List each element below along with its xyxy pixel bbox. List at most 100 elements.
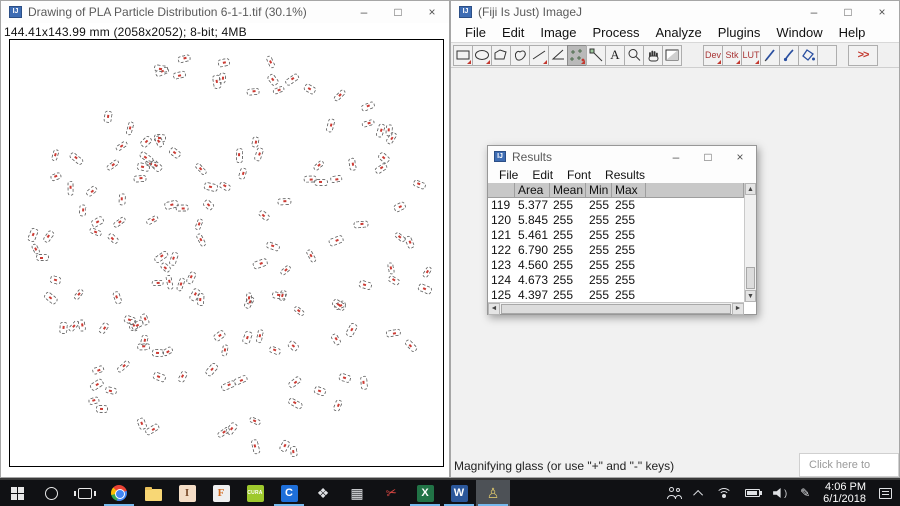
taskbar-word[interactable]: W xyxy=(442,480,476,506)
particle-outline xyxy=(326,118,336,133)
taskbar-cura[interactable]: CURA xyxy=(238,480,272,506)
rectangle-tool[interactable] xyxy=(453,45,473,66)
taskbar-cura-new[interactable]: C xyxy=(272,480,306,506)
taskbar-solidworks[interactable]: ❖ xyxy=(306,480,340,506)
results-menu-results[interactable]: Results xyxy=(598,168,652,182)
particle-outline xyxy=(393,201,407,213)
more-tools-button[interactable]: >> xyxy=(848,45,878,66)
dev-scripts-button[interactable]: Dev xyxy=(703,45,723,66)
particle-outline xyxy=(177,53,191,63)
minimize-button[interactable]: – xyxy=(347,1,381,23)
empty-tool-slot[interactable] xyxy=(817,45,837,66)
scroll-down-icon[interactable]: ▼ xyxy=(745,290,756,302)
stack-tools-button[interactable]: Stk xyxy=(722,45,742,66)
cell: 255 xyxy=(550,198,586,213)
pencil-tool[interactable] xyxy=(760,45,780,66)
fiji-active-icon: ♙ xyxy=(487,485,500,501)
menu-plugins[interactable]: Plugins xyxy=(710,25,769,40)
particle-outline xyxy=(218,58,231,68)
menu-analyze[interactable]: Analyze xyxy=(647,25,709,40)
pen-icon[interactable]: ✎ xyxy=(800,486,810,500)
action-center-icon[interactable] xyxy=(879,488,892,499)
lut-button[interactable]: LUT xyxy=(741,45,761,66)
close-button[interactable]: × xyxy=(415,1,449,23)
table-row[interactable]: 1244.673255255255 xyxy=(488,273,744,288)
table-row[interactable]: 1226.790255255255 xyxy=(488,243,744,258)
task-view-button[interactable] xyxy=(68,480,102,506)
search-box[interactable]: Click here to search xyxy=(799,453,899,477)
image-canvas[interactable] xyxy=(9,39,444,467)
menu-window[interactable]: Window xyxy=(768,25,830,40)
freehand-tool[interactable] xyxy=(510,45,530,66)
chevron-up-icon[interactable] xyxy=(696,490,703,497)
results-table[interactable]: AreaMeanMinMax 1195.3772552552551205.845… xyxy=(488,183,744,302)
maximize-button[interactable]: □ xyxy=(692,146,724,167)
people-icon[interactable] xyxy=(666,487,683,499)
cortana-icon xyxy=(45,487,58,500)
color-picker-tool[interactable] xyxy=(662,45,682,66)
taskbar-calculator[interactable]: ▦ xyxy=(340,480,374,506)
cell: 255 xyxy=(550,288,586,302)
imagej-titlebar[interactable]: IJ (Fiji Is Just) ImageJ – □ × xyxy=(451,1,899,23)
menu-edit[interactable]: Edit xyxy=(494,25,532,40)
scroll-left-icon[interactable]: ◄ xyxy=(488,303,500,315)
menu-process[interactable]: Process xyxy=(585,25,648,40)
maximize-button[interactable]: □ xyxy=(381,1,415,23)
taskbar-file-explorer[interactable] xyxy=(136,480,170,506)
image-window-titlebar[interactable]: IJ Drawing of PLA Particle Distribution … xyxy=(1,1,449,23)
table-row[interactable]: 1234.560255255255 xyxy=(488,258,744,273)
menu-image[interactable]: Image xyxy=(532,25,584,40)
taskbar-fiji[interactable]: F xyxy=(204,480,238,506)
angle-tool[interactable] xyxy=(548,45,568,66)
flood-fill-tool[interactable] xyxy=(798,45,818,66)
polygon-tool[interactable] xyxy=(491,45,511,66)
close-button[interactable]: × xyxy=(865,1,899,23)
taskbar-fiji-active[interactable]: ♙ xyxy=(476,480,510,506)
multi-point-tool[interactable] xyxy=(567,45,587,66)
results-menu-font[interactable]: Font xyxy=(560,168,598,182)
cell: 255 xyxy=(586,273,612,288)
table-row[interactable]: 1205.845255255255 xyxy=(488,213,744,228)
battery-icon[interactable] xyxy=(745,489,760,497)
cell: 255 xyxy=(612,213,646,228)
particle-outline xyxy=(360,101,376,113)
vertical-scrollbar[interactable]: ▲ ▼ xyxy=(744,183,756,302)
taskbar-clock[interactable]: 4:06 PM 6/1/2018 xyxy=(823,481,866,505)
close-button[interactable]: × xyxy=(724,146,756,167)
table-row[interactable]: 1254.397255255255 xyxy=(488,288,744,302)
hand-tool[interactable] xyxy=(643,45,663,66)
text-tool[interactable]: A xyxy=(605,45,625,66)
taskbar-excel[interactable]: X xyxy=(408,480,442,506)
taskbar-imagej[interactable]: I xyxy=(170,480,204,506)
wifi-icon[interactable] xyxy=(716,488,732,499)
results-menu-edit[interactable]: Edit xyxy=(525,168,560,182)
table-row[interactable]: 1215.461255255255 xyxy=(488,228,744,243)
minimize-button[interactable]: – xyxy=(660,146,692,167)
taskbar-chrome[interactable] xyxy=(102,480,136,506)
oval-tool[interactable] xyxy=(472,45,492,66)
horizontal-scroll-thumb[interactable] xyxy=(501,304,731,314)
particle-outline xyxy=(213,329,227,342)
results-window: IJ Results – □ × FileEditFontResults Are… xyxy=(487,145,757,315)
results-menu-file[interactable]: File xyxy=(492,168,525,182)
zoom-tool[interactable] xyxy=(624,45,644,66)
menu-help[interactable]: Help xyxy=(831,25,874,40)
results-titlebar[interactable]: IJ Results – □ × xyxy=(488,146,756,167)
header-row[interactable]: AreaMeanMinMax xyxy=(488,183,744,198)
scroll-right-icon[interactable]: ► xyxy=(732,303,744,315)
start-button[interactable] xyxy=(0,480,34,506)
horizontal-scrollbar[interactable]: ◄ ► xyxy=(488,302,744,314)
taskbar-snipping-tool[interactable]: ✂ xyxy=(374,480,408,506)
table-row[interactable]: 1195.377255255255 xyxy=(488,198,744,213)
particle-outline xyxy=(385,329,401,338)
line-tool[interactable] xyxy=(529,45,549,66)
vertical-scroll-thumb[interactable] xyxy=(746,267,755,289)
paintbrush-tool[interactable] xyxy=(779,45,799,66)
wand-tool[interactable] xyxy=(586,45,606,66)
scroll-up-icon[interactable]: ▲ xyxy=(745,183,756,195)
cortana-button[interactable] xyxy=(34,480,68,506)
volume-icon[interactable]: ) xyxy=(773,488,787,498)
menu-file[interactable]: File xyxy=(457,25,494,40)
maximize-button[interactable]: □ xyxy=(831,1,865,23)
minimize-button[interactable]: – xyxy=(797,1,831,23)
